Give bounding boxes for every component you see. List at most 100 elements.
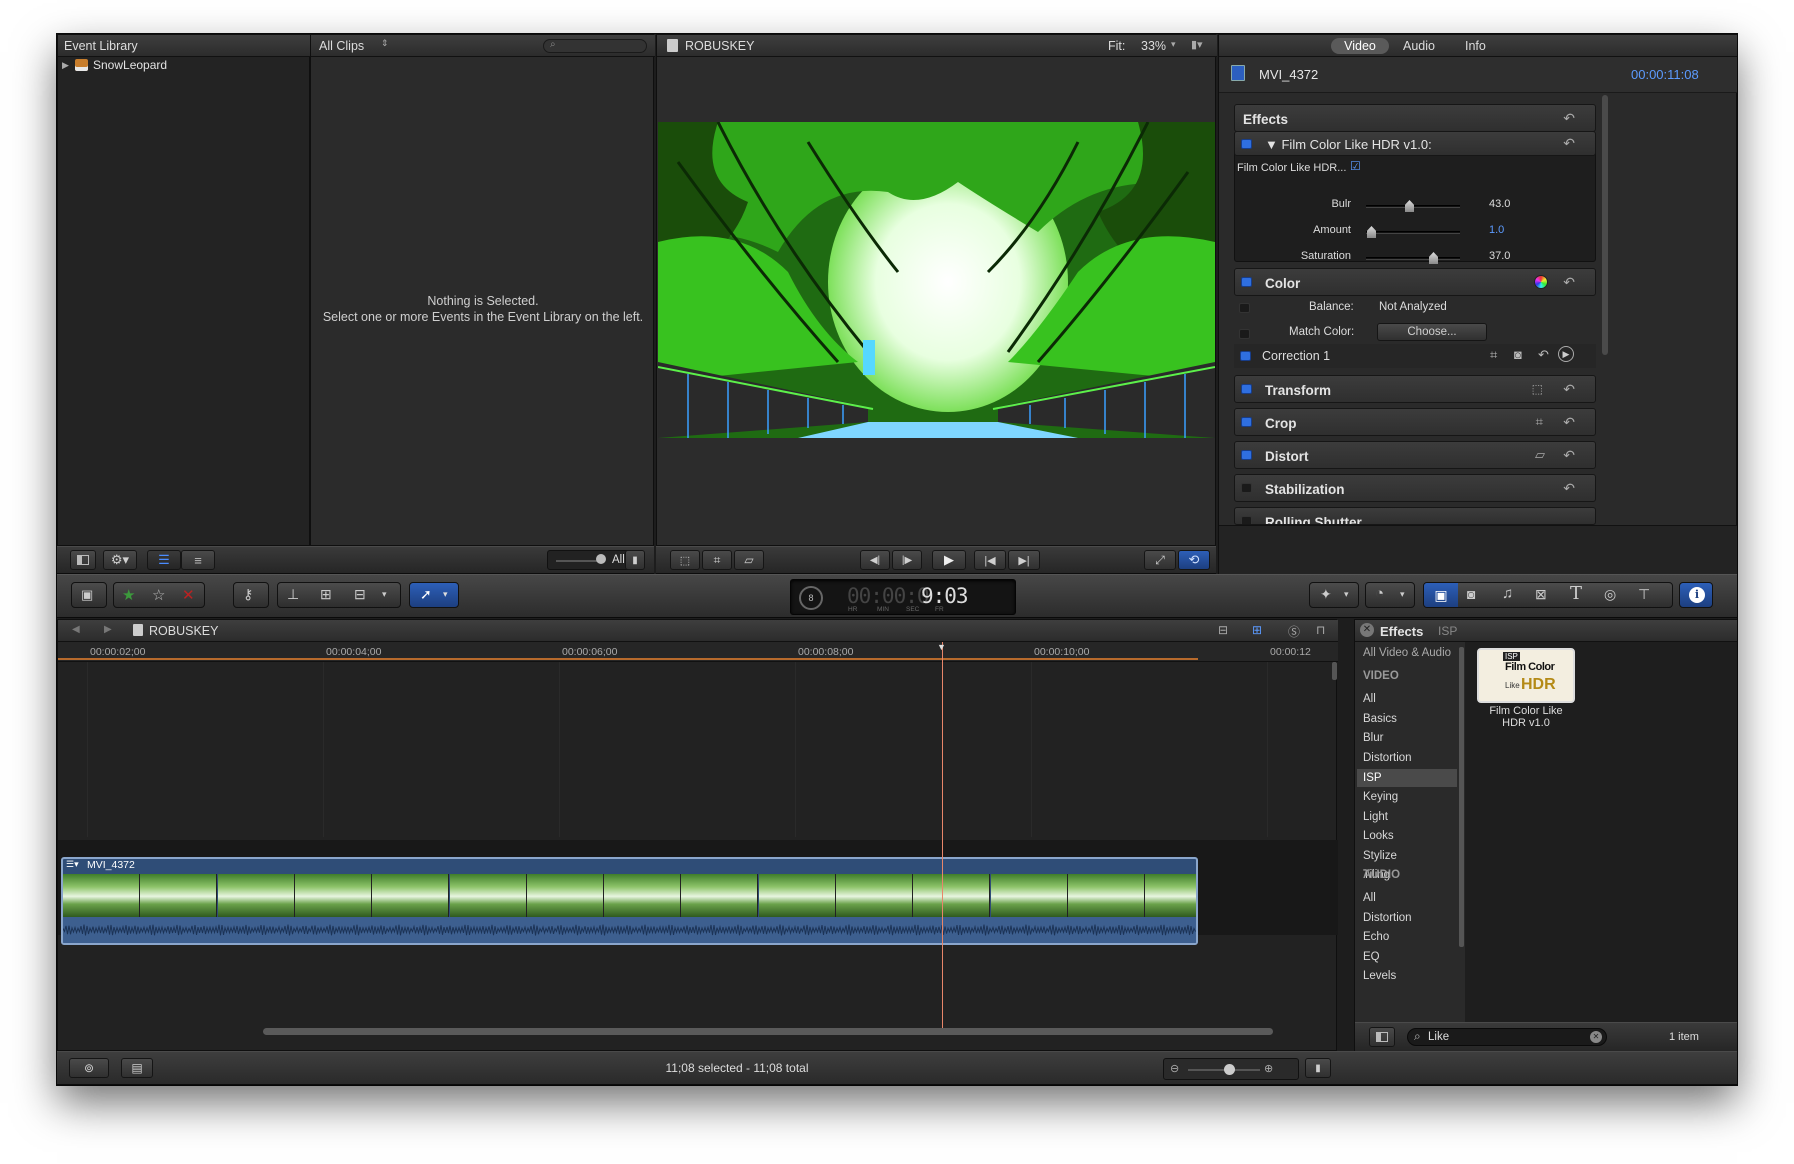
- category-item[interactable]: EQ: [1363, 951, 1380, 963]
- action-menu-button[interactable]: ⚙▾: [103, 550, 137, 570]
- reset-icon[interactable]: ↶: [1538, 347, 1549, 363]
- crop-onscreen-icon[interactable]: ⌗: [1536, 414, 1543, 430]
- zoom-slider-knob-icon[interactable]: [1224, 1064, 1235, 1075]
- import-button[interactable]: ▣: [71, 582, 107, 608]
- camera-icon[interactable]: ◙: [1514, 347, 1522, 362]
- disclosure-triangle-icon[interactable]: ▶: [62, 60, 69, 71]
- correction-enable-checkbox[interactable]: [1240, 351, 1251, 361]
- go-arrow-icon[interactable]: ▶: [1558, 346, 1574, 362]
- event-library-item-snowleopard[interactable]: ▶ SnowLeopard: [62, 57, 302, 75]
- reset-icon[interactable]: ↶: [1563, 110, 1575, 127]
- timeline-ruler[interactable]: 00:00:02;00 00:00:04;00 00:00:06;00 00:0…: [58, 642, 1338, 662]
- reset-icon[interactable]: ↶: [1563, 414, 1575, 431]
- generators-browser-icon[interactable]: ◎: [1604, 586, 1616, 603]
- distort-enable-checkbox[interactable]: [1241, 450, 1252, 460]
- transitions-browser-icon[interactable]: ⊠: [1535, 586, 1547, 603]
- effects-browser-icon[interactable]: ▣: [1424, 583, 1458, 607]
- match-color-checkbox[interactable]: [1239, 329, 1250, 339]
- color-board-edit-icon[interactable]: ⌗: [1490, 347, 1497, 363]
- timeline-hscroll[interactable]: [263, 1028, 1273, 1035]
- category-item[interactable]: Looks: [1363, 830, 1394, 842]
- previous-frame-button[interactable]: ◀|: [860, 550, 890, 570]
- param-slider[interactable]: [1366, 226, 1460, 238]
- append-clip-icon[interactable]: ⊟: [354, 586, 366, 603]
- param-slider[interactable]: [1366, 200, 1460, 212]
- param-slider[interactable]: [1366, 252, 1460, 264]
- distort-onscreen-icon[interactable]: ▱: [1535, 447, 1545, 463]
- balance-checkbox[interactable]: [1239, 303, 1250, 313]
- tab-video[interactable]: Video: [1331, 38, 1389, 54]
- themes-browser-icon[interactable]: ⊤: [1638, 586, 1650, 603]
- slider-thumb-icon[interactable]: [1405, 200, 1414, 212]
- inspector-scrollbar[interactable]: [1602, 95, 1608, 355]
- tab-info[interactable]: Info: [1465, 39, 1486, 53]
- category-item[interactable]: Keying: [1363, 791, 1398, 803]
- category-item[interactable]: All: [1363, 892, 1376, 904]
- slider-thumb-icon[interactable]: [1367, 226, 1376, 238]
- reject-x-icon[interactable]: ✕: [182, 586, 195, 604]
- clear-search-icon[interactable]: ✕: [1590, 1031, 1602, 1043]
- reset-icon[interactable]: ↶: [1563, 274, 1575, 291]
- audio-skimming-icon[interactable]: ⊞: [1252, 623, 1262, 637]
- effect-enable-check-icon[interactable]: ☑: [1350, 159, 1361, 173]
- transform-onscreen-icon[interactable]: ⬚: [1532, 382, 1543, 396]
- effect-enable-checkbox[interactable]: [1241, 139, 1252, 149]
- enhancements-button[interactable]: ✦ ▾: [1309, 582, 1359, 608]
- next-frame-button[interactable]: |▶: [892, 550, 922, 570]
- category-item[interactable]: Levels: [1363, 970, 1396, 982]
- go-to-start-button[interactable]: |◀: [974, 550, 1006, 570]
- param-value[interactable]: 37.0: [1489, 250, 1510, 262]
- timeline-forward-icon[interactable]: ▶: [104, 624, 112, 635]
- category-item[interactable]: Distortion: [1363, 752, 1412, 764]
- music-browser-icon[interactable]: ♫: [1502, 585, 1513, 602]
- slider-knob-icon[interactable]: [596, 554, 606, 564]
- choose-match-color-button[interactable]: Choose...: [1377, 323, 1487, 341]
- show-event-library-button[interactable]: [70, 550, 96, 570]
- category-item[interactable]: Light: [1363, 811, 1388, 823]
- timeline-vscroll[interactable]: [1332, 662, 1337, 680]
- connect-clip-icon[interactable]: ⊥: [287, 586, 299, 603]
- snapping-icon[interactable]: ⊓: [1316, 623, 1325, 637]
- category-scrollbar[interactable]: [1459, 647, 1464, 947]
- rolling-shutter-enable-checkbox[interactable]: [1241, 516, 1252, 524]
- transform-section[interactable]: Transform ⬚ ↶: [1234, 375, 1596, 403]
- filmstrip-view-button[interactable]: ☰: [147, 550, 181, 570]
- color-board-icon[interactable]: [1534, 275, 1548, 289]
- zoom-dropdown-icon[interactable]: ▾: [1171, 39, 1176, 50]
- distort-tool-button[interactable]: ▱: [734, 550, 764, 570]
- select-tool-button[interactable]: ➚ ▾: [409, 582, 459, 608]
- audio-skimming-button[interactable]: ▮: [625, 550, 645, 570]
- category-item[interactable]: Blur: [1363, 732, 1383, 744]
- play-button[interactable]: ▶: [932, 550, 966, 570]
- background-tasks-indicator[interactable]: 8: [799, 586, 823, 610]
- clip-skimming-icon[interactable]: ⊟: [1218, 623, 1228, 637]
- insert-clip-icon[interactable]: ⊞: [320, 586, 332, 603]
- edit-dropdown-icon[interactable]: ▾: [382, 589, 387, 600]
- timeline-index-button[interactable]: ⊚: [69, 1058, 109, 1078]
- list-view-button[interactable]: ≡: [181, 550, 215, 570]
- timecode-display[interactable]: 9:03: [921, 584, 969, 608]
- toggle-categories-button[interactable]: [1369, 1027, 1395, 1047]
- zoom-in-icon[interactable]: ⊕: [1264, 1062, 1273, 1075]
- loop-playback-button[interactable]: ⟲: [1178, 550, 1210, 570]
- category-item[interactable]: Stylize: [1363, 850, 1397, 862]
- timeline-back-icon[interactable]: ◀: [72, 624, 80, 635]
- keyword-button[interactable]: ⚷: [233, 582, 269, 608]
- go-to-end-button[interactable]: ▶|: [1008, 550, 1040, 570]
- clip-menu-icon[interactable]: ☰▾: [66, 859, 79, 870]
- reset-icon[interactable]: ↶: [1563, 135, 1575, 152]
- favorite-star-icon[interactable]: ★: [122, 586, 135, 604]
- crop-section[interactable]: Crop ⌗ ↶: [1234, 408, 1596, 436]
- unrate-star-icon[interactable]: ☆: [152, 586, 165, 604]
- photo-browser-icon[interactable]: ◙: [1467, 586, 1475, 602]
- color-section[interactable]: Color ↶: [1234, 268, 1596, 296]
- filter-updown-icon[interactable]: ⇕: [381, 38, 389, 49]
- reset-icon[interactable]: ↶: [1563, 447, 1575, 464]
- solo-icon[interactable]: Ⓢ: [1288, 623, 1300, 640]
- transform-enable-checkbox[interactable]: [1241, 384, 1252, 394]
- titles-browser-icon[interactable]: T: [1570, 583, 1582, 604]
- correction-row[interactable]: Correction 1 ⌗ ◙ ↶ ▶: [1234, 344, 1596, 368]
- distort-section[interactable]: Distort ▱ ↶: [1234, 441, 1596, 469]
- timeline-clip[interactable]: ☰▾ MVI_4372: [61, 857, 1198, 945]
- playhead[interactable]: [942, 642, 943, 1028]
